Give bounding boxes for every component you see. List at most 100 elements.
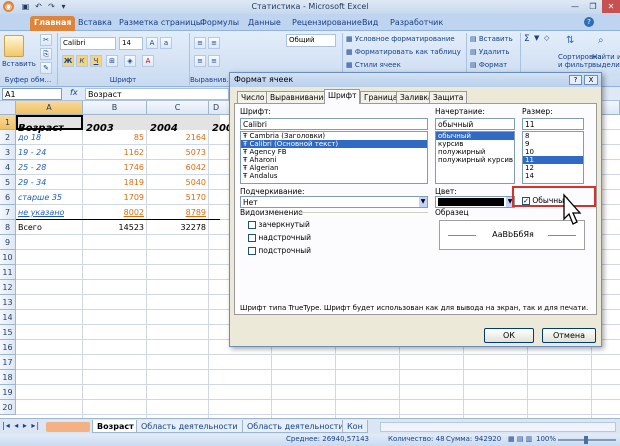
cell-b2[interactable]: 85 [83, 130, 144, 145]
formula-input[interactable]: Возраст [85, 88, 229, 100]
cell-b8[interactable]: 14523 [83, 220, 144, 235]
cell-a2[interactable]: до 18 [18, 130, 41, 145]
sort-filter-button[interactable]: Сортировка и фильтр [558, 53, 602, 69]
tab-number[interactable]: Число [237, 91, 269, 103]
fill-icon[interactable]: ▼ [534, 34, 542, 42]
format-as-table-button[interactable]: ▦ Форматировать как таблицу [346, 48, 461, 56]
close-window-icon[interactable]: ✕ [602, 0, 620, 13]
dialog-help-button[interactable]: ? [569, 75, 582, 85]
font-input[interactable]: Calibri [240, 118, 428, 130]
grow-font-icon[interactable]: A [146, 37, 158, 49]
tab-data[interactable]: Данные [244, 16, 285, 31]
font-name-combo[interactable]: Calibri [60, 37, 116, 50]
tab-insert[interactable]: Вставка [74, 16, 116, 31]
cell-styles-button[interactable]: ▦ Стили ячеек [346, 61, 401, 69]
number-format-combo[interactable]: Общий [286, 34, 336, 47]
find-select-button[interactable]: Найти ивыделить [592, 53, 620, 69]
horizontal-scrollbar[interactable] [380, 422, 616, 432]
underline-dropdown-icon[interactable]: ▼ [419, 197, 427, 207]
help-icon[interactable]: ? [584, 17, 594, 27]
tab-font[interactable]: Шрифт [324, 89, 361, 104]
row-header[interactable]: 16 [0, 340, 16, 355]
sheet-tab-kon[interactable]: Кон [342, 420, 368, 433]
font-size-combo[interactable]: 14 [119, 37, 143, 50]
cell-b3[interactable]: 1162 [83, 145, 144, 160]
select-all-corner[interactable] [0, 101, 16, 115]
format-painter-icon[interactable]: ✎ [40, 62, 52, 74]
tab-page-layout[interactable]: Разметка страницы [115, 16, 206, 31]
row-header[interactable]: 13 [0, 295, 16, 310]
align-middle-icon[interactable]: ≡ [208, 37, 220, 49]
cell-a5[interactable]: 29 - 34 [18, 175, 46, 190]
tab-home[interactable]: Главная [30, 16, 76, 31]
tab-review[interactable]: Рецензирование [288, 16, 366, 31]
font-option[interactable]: Ŧ Agency FB [241, 148, 427, 156]
size-option[interactable]: 12 [523, 164, 583, 172]
shrink-font-icon[interactable]: a [160, 37, 172, 49]
font-option[interactable]: Ŧ Andalus [241, 172, 427, 180]
delete-cells-button[interactable]: ▤ Удалить [470, 48, 509, 56]
name-box[interactable]: A1 [2, 88, 62, 100]
superscript-checkbox[interactable]: надстрочный [248, 233, 311, 242]
row-header[interactable]: 8 [0, 220, 16, 235]
size-option[interactable]: 9 [523, 140, 583, 148]
style-option[interactable]: обычный [436, 132, 514, 140]
cell-a8[interactable]: Всего [18, 220, 42, 235]
row-header[interactable]: 3 [0, 145, 16, 160]
tab-protection[interactable]: Защита [429, 91, 468, 103]
row-header[interactable]: 1 [0, 115, 16, 130]
strikethrough-checkbox[interactable]: зачеркнутый [248, 220, 310, 229]
cell-c3[interactable]: 5073 [147, 145, 206, 160]
cell-c7[interactable]: 8789 [147, 205, 206, 220]
style-option[interactable]: полужирный [436, 148, 514, 156]
column-header-b[interactable]: B [83, 101, 147, 115]
underline-icon[interactable]: Ч [90, 55, 102, 67]
cell-b7[interactable]: 8002 [83, 205, 144, 220]
sheet-tab-activity[interactable]: Область деятельности [136, 420, 243, 433]
row-header[interactable]: 5 [0, 175, 16, 190]
cancel-button[interactable]: Отмена [542, 328, 596, 343]
cell-b4[interactable]: 1746 [83, 160, 144, 175]
row-header[interactable]: 20 [0, 400, 16, 415]
cell-c8[interactable]: 32278 [147, 220, 206, 235]
style-input[interactable]: обычный [435, 118, 515, 130]
sheet-tab-age[interactable]: Возраст [92, 420, 139, 433]
row-header[interactable]: 18 [0, 370, 16, 385]
cell-c5[interactable]: 5040 [147, 175, 206, 190]
align-top-icon[interactable]: ≡ [194, 37, 206, 49]
cell-a4[interactable]: 25 - 28 [18, 160, 46, 175]
cell-b5[interactable]: 1819 [83, 175, 144, 190]
font-listbox[interactable]: Ŧ Cambria (Заголовки) Ŧ Calibri (Основной… [240, 131, 428, 184]
font-option[interactable]: Ŧ Cambria (Заголовки) [241, 132, 427, 140]
bold-icon[interactable]: Ж [62, 55, 74, 67]
tab-alignment[interactable]: Выравнивание [266, 91, 333, 103]
size-option[interactable]: 8 [523, 132, 583, 140]
row-header[interactable]: 2 [0, 130, 16, 145]
format-cells-button[interactable]: ▤ Формат [470, 61, 507, 69]
font-option[interactable]: Ŧ Algerian [241, 164, 427, 172]
cut-icon[interactable]: ✂ [40, 34, 52, 46]
sheet-tab-previous[interactable] [46, 422, 90, 432]
cell-c6[interactable]: 5170 [147, 190, 206, 205]
row-header[interactable]: 7 [0, 205, 16, 220]
underline-select[interactable]: Нет [240, 196, 428, 208]
size-listbox[interactable]: 8 9 10 11 12 14 [522, 131, 584, 184]
font-option[interactable]: Ŧ Calibri (Основной текст) [241, 140, 427, 148]
subscript-checkbox[interactable]: подстрочный [248, 246, 311, 255]
column-header-a[interactable]: A [16, 101, 83, 115]
style-option[interactable]: полужирный курсив [436, 156, 514, 164]
sheet-nav-icons[interactable]: |◂ ◂ ▸ ▸| [2, 421, 40, 430]
ok-button[interactable]: ОК [484, 328, 534, 343]
row-header[interactable]: 4 [0, 160, 16, 175]
dialog-close-button[interactable]: X [584, 75, 598, 85]
style-listbox[interactable]: обычный курсив полужирный полужирный курсив [435, 131, 515, 184]
restore-icon[interactable]: ❐ [584, 0, 602, 13]
cell-c4[interactable]: 6042 [147, 160, 206, 175]
row-header[interactable]: 12 [0, 280, 16, 295]
tab-formulas[interactable]: Формулы [196, 16, 243, 31]
fx-icon[interactable]: fx [70, 88, 78, 97]
cell-b6[interactable]: 1709 [83, 190, 144, 205]
italic-icon[interactable]: К [76, 55, 88, 67]
row-header[interactable]: 17 [0, 355, 16, 370]
row-header[interactable]: 9 [0, 235, 16, 250]
